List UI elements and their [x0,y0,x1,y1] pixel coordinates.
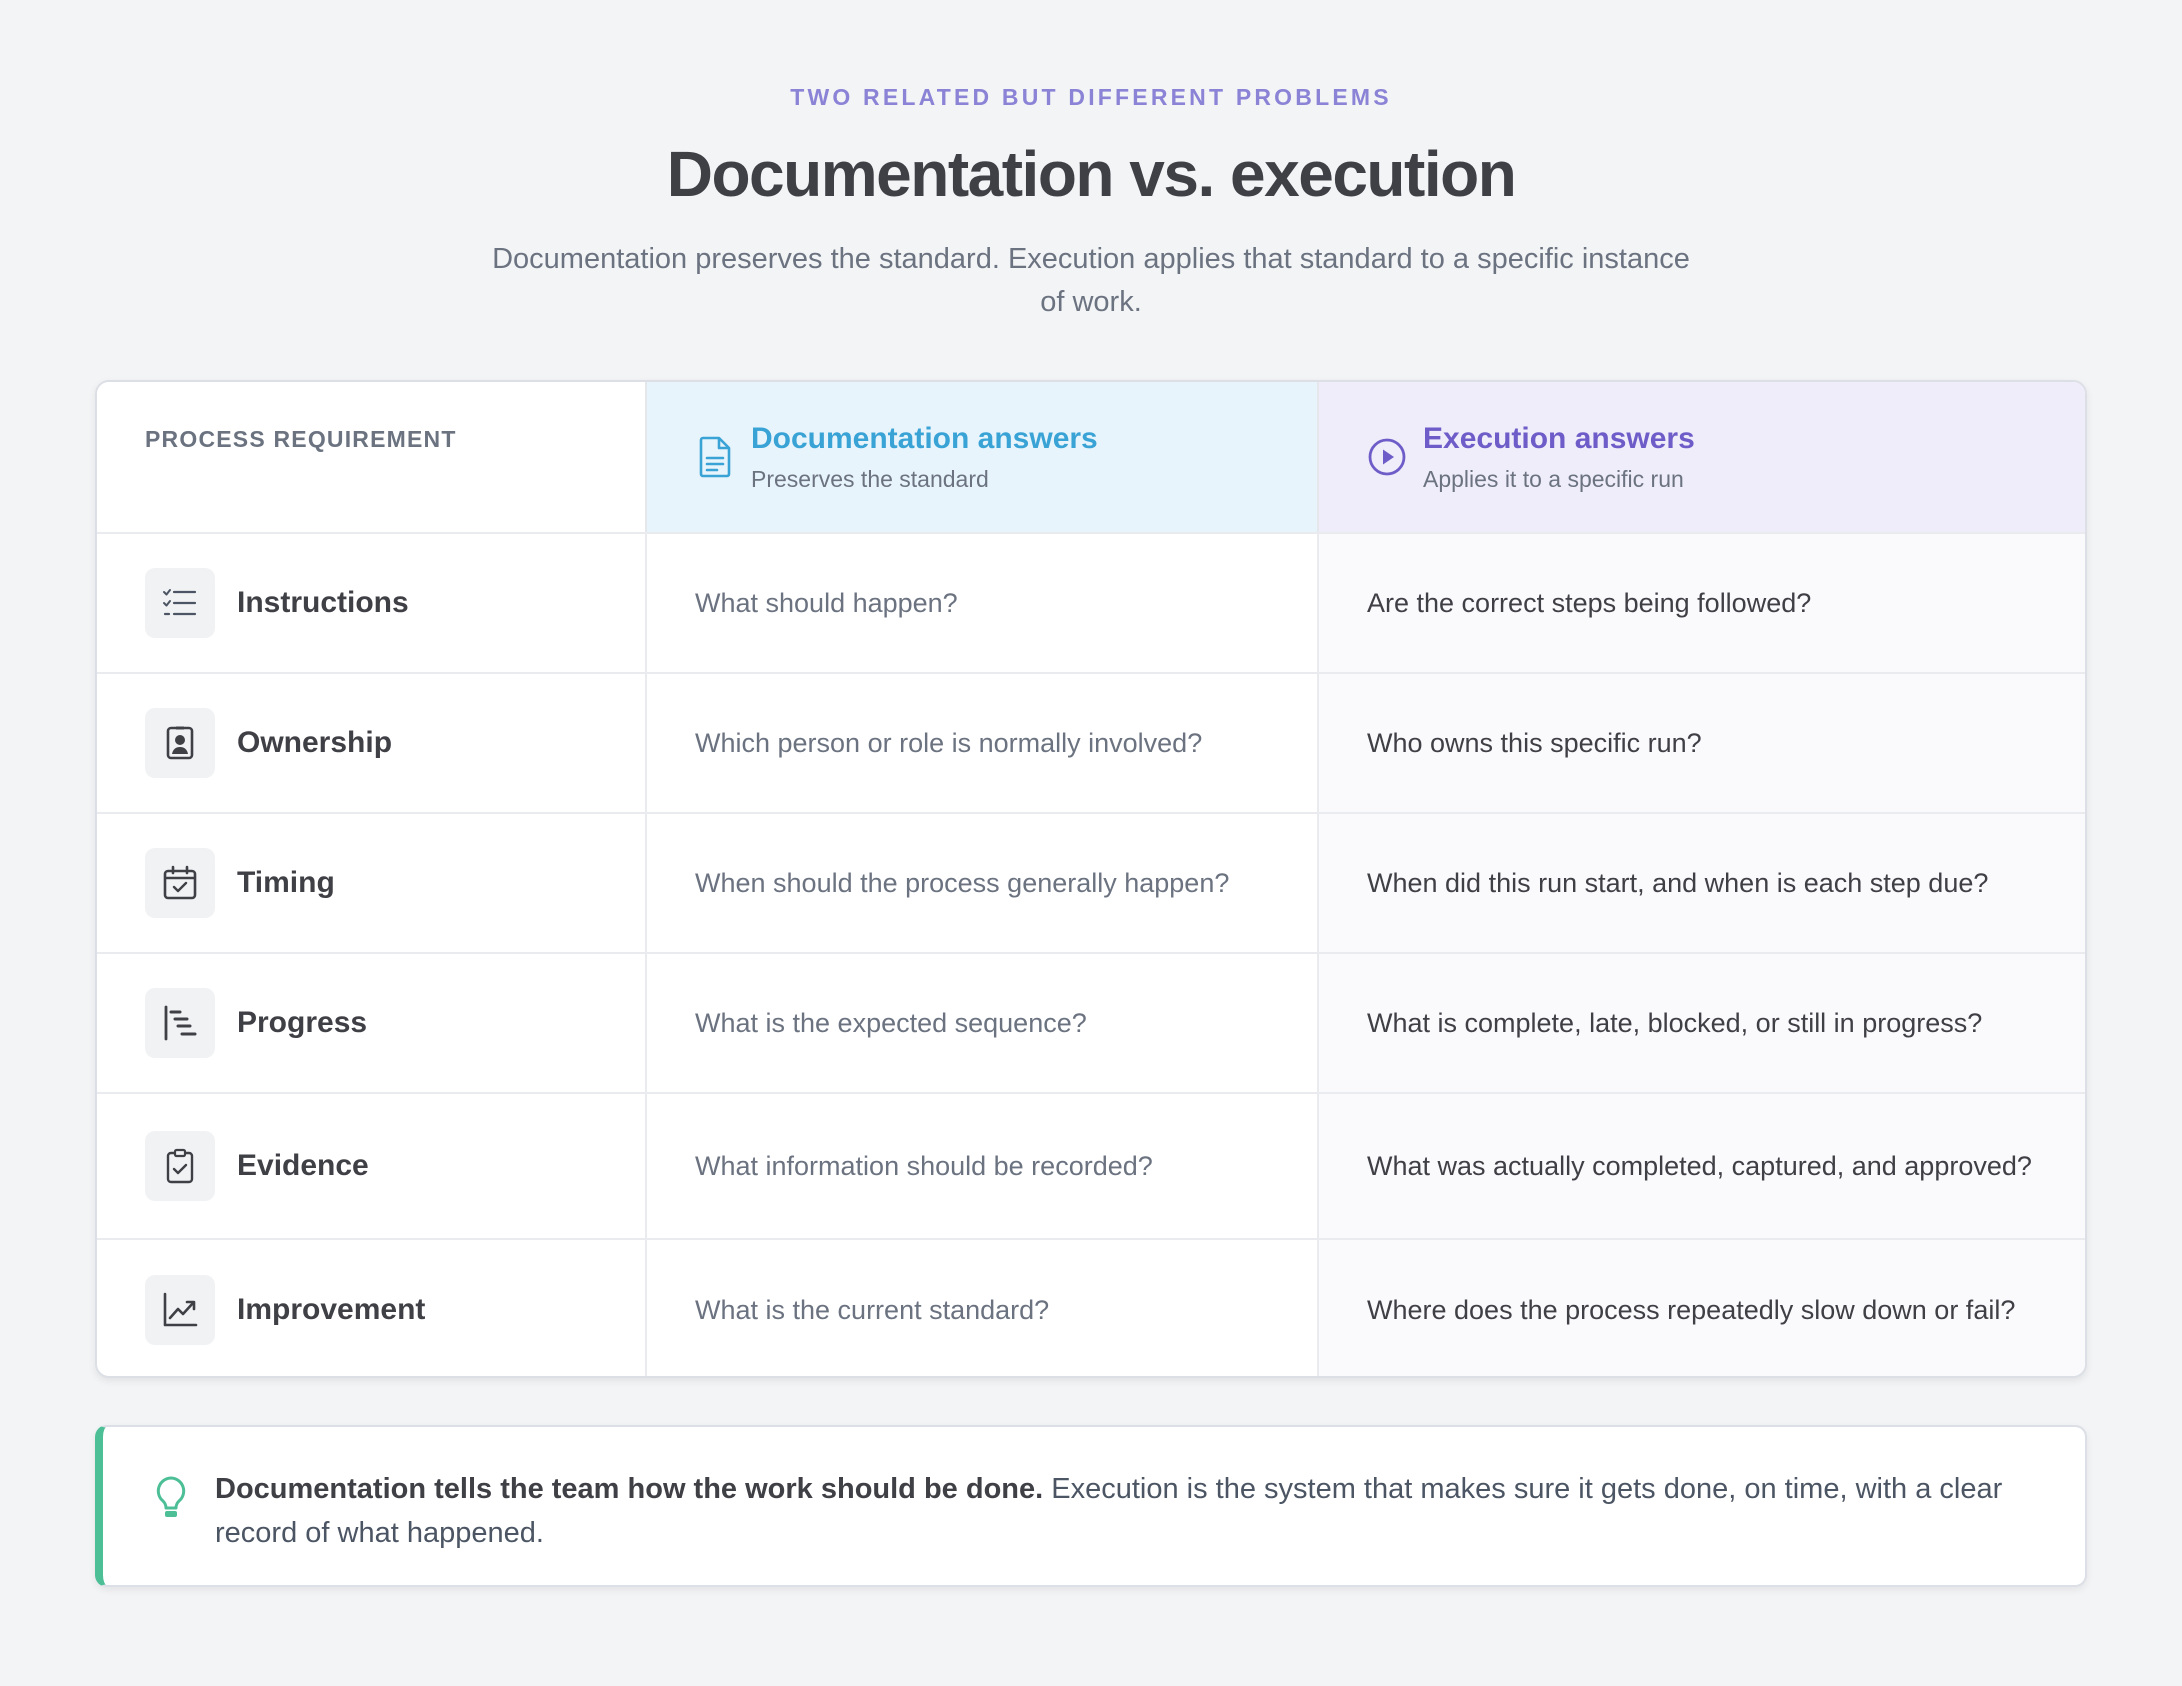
document-icon [699,436,731,478]
requirement-cell: Progress [97,954,645,1092]
requirement-cell: Ownership [97,674,645,812]
table-header: PROCESS REQUIREMENT Documentation answer… [97,382,2085,532]
execution-cell: What is complete, late, blocked, or stil… [1317,954,2085,1092]
execution-cell: When did this run start, and when is eac… [1317,814,2085,952]
header-requirement: PROCESS REQUIREMENT [97,382,645,532]
requirement-label: Progress [237,1006,368,1039]
requirement-label: Improvement [237,1293,426,1326]
play-circle-icon [1368,438,1406,476]
execution-cell: Who owns this specific run? [1317,674,2085,812]
header-requirement-label: PROCESS REQUIREMENT [145,426,457,452]
table-row: Instructions What should happen? Are the… [97,532,2085,672]
documentation-cell: Which person or role is normally involve… [645,674,1317,812]
requirement-label: Timing [237,866,335,899]
calendar-check-icon [145,848,215,918]
requirement-label: Ownership [237,726,393,759]
page-title: Documentation vs. execution [666,138,1517,210]
documentation-cell: What is the current standard? [645,1240,1317,1376]
comparison-table: PROCESS REQUIREMENT Documentation answer… [95,380,2087,1378]
requirement-cell: Improvement [97,1240,645,1376]
execution-cell: Are the correct steps being followed? [1317,534,2085,672]
trend-chart-icon [145,1275,215,1345]
summary-callout: Documentation tells the team how the wor… [95,1425,2087,1587]
requirement-cell: Instructions [97,534,645,672]
header-execution: Execution answers Applies it to a specif… [1317,382,2085,532]
callout-text: Documentation tells the team how the wor… [215,1467,2055,1555]
page: TWO RELATED BUT DIFFERENT PROBLEMS Docum… [0,0,2182,1686]
execution-subtitle: Applies it to a specific run [1423,466,1684,492]
page-subtitle: Documentation preserves the standard. Ex… [492,243,1690,318]
table-row: Ownership Which person or role is normal… [97,672,2085,812]
documentation-title: Documentation answers [751,422,1098,455]
documentation-cell: What should happen? [645,534,1317,672]
table-row: Improvement What is the current standard… [97,1238,2085,1376]
eyebrow: TWO RELATED BUT DIFFERENT PROBLEMS [790,84,1392,110]
documentation-cell: What information should be recorded? [645,1094,1317,1238]
documentation-cell: When should the process generally happen… [645,814,1317,952]
documentation-subtitle: Preserves the standard [751,466,989,492]
id-badge-icon [145,708,215,778]
execution-title: Execution answers [1423,422,1695,455]
checklist-icon [145,568,215,638]
execution-cell: What was actually completed, captured, a… [1317,1094,2085,1238]
lightbulb-icon [156,1476,186,1517]
header-documentation: Documentation answers Preserves the stan… [645,382,1317,532]
table-row: Evidence What information should be reco… [97,1092,2085,1238]
documentation-cell: What is the expected sequence? [645,954,1317,1092]
requirement-cell: Timing [97,814,645,952]
requirement-cell: Evidence [97,1094,645,1238]
requirement-label: Instructions [237,586,409,619]
callout-bold: Documentation tells the team how the wor… [215,1473,1044,1505]
table-row: Progress What is the expected sequence? … [97,952,2085,1092]
table-row: Timing When should the process generally… [97,812,2085,952]
clipboard-check-icon [145,1131,215,1201]
gantt-icon [145,988,215,1058]
execution-cell: Where does the process repeatedly slow d… [1317,1240,2085,1376]
requirement-label: Evidence [237,1149,369,1182]
